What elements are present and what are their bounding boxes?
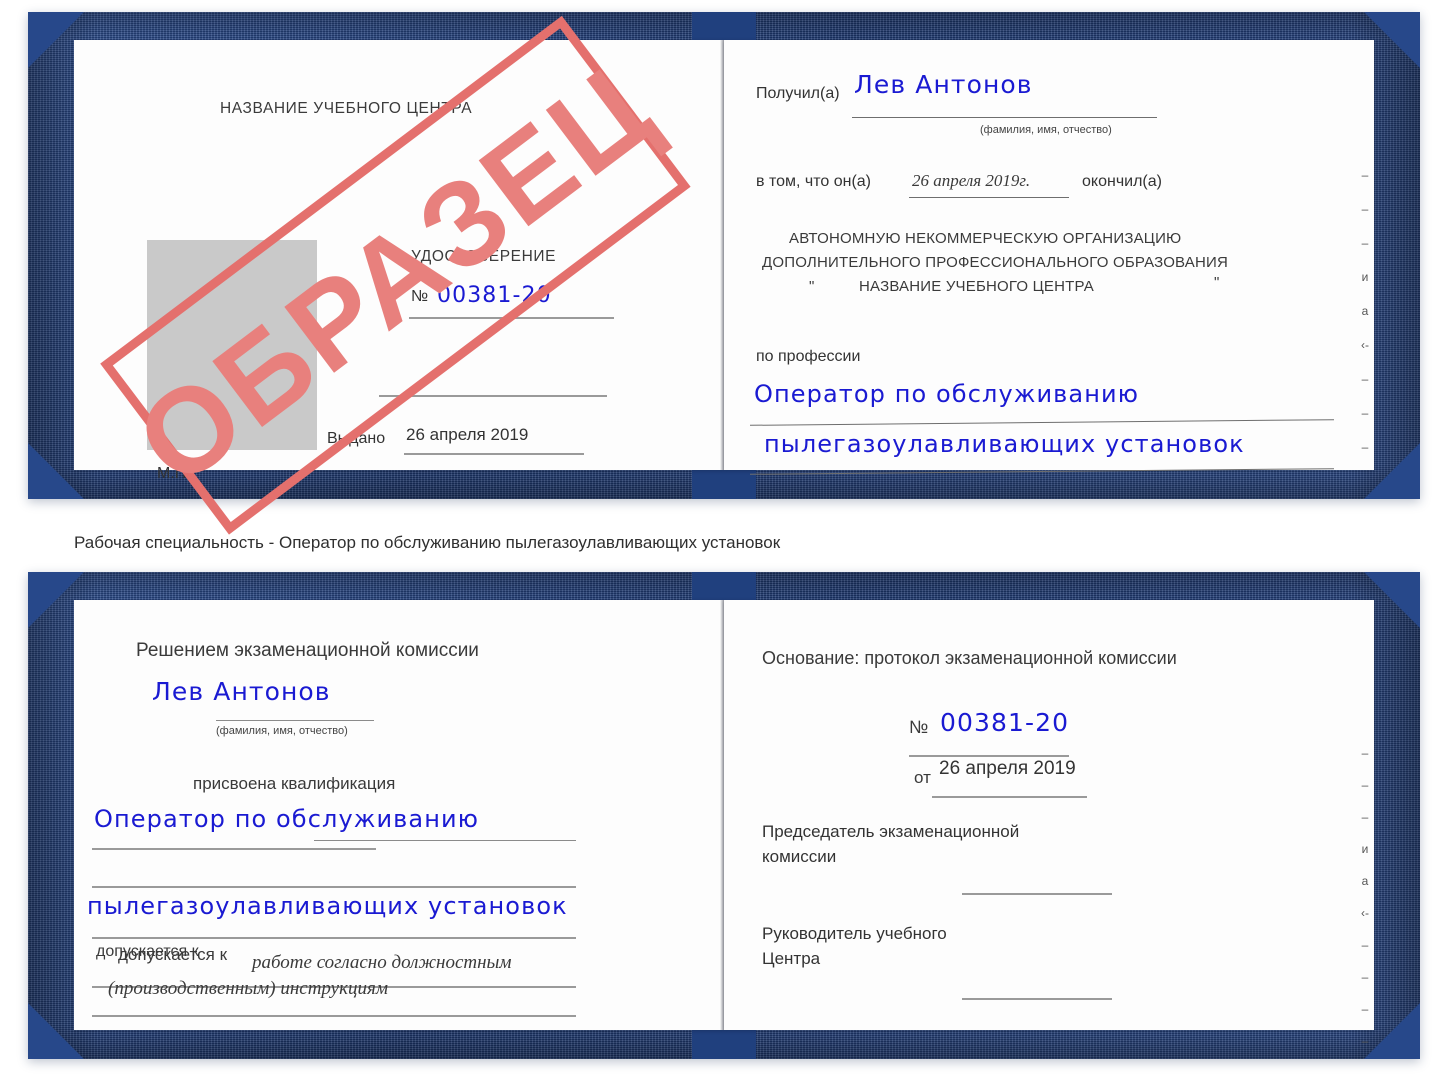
- organization-line-1: АВТОНОМНУЮ НЕКОММЕРЧЕСКУЮ ОРГАНИЗАЦИЮ: [789, 230, 1182, 247]
- profession-rule-1: [750, 419, 1334, 426]
- edge-mark: –: [1361, 202, 1369, 216]
- training-center-name-title: НАЗВАНИЕ УЧЕБНОГО ЦЕНТРА: [220, 100, 473, 117]
- decision-title: Решением экзаменационной комиссии: [136, 640, 479, 661]
- protocol-number-rule: [909, 755, 1069, 757]
- seal-label: М.П.: [157, 465, 191, 482]
- organization-quote-close: ": [1214, 274, 1220, 291]
- spine-tab-bottom-inner: [692, 1029, 756, 1059]
- edge-mark: и: [1361, 842, 1369, 856]
- organization-line-3: НАЗВАНИЕ УЧЕБНОГО ЦЕНТРА: [859, 278, 1094, 295]
- chairman-signature-rule: [962, 893, 1112, 895]
- edge-mark: ‹-: [1361, 906, 1369, 920]
- edge-mark: –: [1361, 406, 1369, 420]
- basis-label: Основание: протокол экзаменационной коми…: [762, 648, 1177, 668]
- head-line-1: Руководитель учебного: [762, 924, 947, 943]
- edge-mark: –: [1361, 778, 1369, 792]
- that-he-label: в том, что он(а): [756, 173, 871, 190]
- that-he-value: 26 апреля 2019г.: [912, 171, 1031, 190]
- page-caption: Рабочая специальность - Оператор по обсл…: [74, 533, 781, 552]
- edge-mark: и: [1361, 270, 1369, 284]
- edge-mark: –: [1361, 1002, 1369, 1016]
- edge-mark: –: [1361, 938, 1369, 952]
- profession-rule-2: [750, 468, 1334, 475]
- certificate-front: НАЗВАНИЕ УЧЕБНОГО ЦЕНТРА УДОСТОВЕРЕНИЕ №…: [28, 12, 1420, 499]
- edge-mark: –: [1361, 1034, 1369, 1048]
- student-name-hint: (фамилия, имя, отчество): [216, 725, 348, 737]
- protocol-number-value: 00381-20: [940, 708, 1070, 737]
- edge-mark: –: [1361, 168, 1369, 182]
- qualification-line-1: Оператор по обслуживанию: [94, 805, 480, 833]
- head-signature-rule: [962, 998, 1112, 1000]
- qualification-label: присвоена квалификация: [193, 774, 396, 793]
- number-value: 00381-20: [437, 283, 552, 308]
- page-front-left: НАЗВАНИЕ УЧЕБНОГО ЦЕНТРА УДОСТОВЕРЕНИЕ №…: [74, 40, 724, 482]
- received-label: Получил(а): [756, 85, 840, 102]
- profession-line-1: Оператор по обслуживанию: [754, 380, 1140, 408]
- page-edge-marks-front: – – – и а ‹- – – –: [1352, 168, 1378, 454]
- paper-spread-front: НАЗВАНИЕ УЧЕБНОГО ЦЕНТРА УДОСТОВЕРЕНИЕ №…: [74, 40, 1374, 482]
- chairman-line-2: комиссии: [762, 847, 837, 866]
- edge-mark: а: [1361, 304, 1369, 318]
- edge-mark: –: [1361, 372, 1369, 386]
- qualification-rule-3: [92, 937, 576, 939]
- qualification-rule-2: [92, 886, 576, 888]
- edge-mark: ‹-: [1361, 338, 1369, 352]
- student-name-value: Лев Антонов: [152, 677, 331, 706]
- that-he-rule: [909, 197, 1069, 198]
- blank-rule-inner-2: [92, 1015, 576, 1017]
- chairman-line-1: Председатель экзаменационной: [762, 822, 1020, 841]
- received-rule: [852, 117, 1157, 118]
- student-name-rule: [216, 720, 374, 721]
- page-front-right: Получил(а) Лев Антонов (фамилия, имя, от…: [724, 40, 1374, 475]
- page-edge-marks-inner: – – – и а ‹- – – – –: [1352, 746, 1378, 1048]
- spine-tab-bottom-front: [692, 469, 756, 499]
- certificate-inner: Решением экзаменационной комиссии Лев Ан…: [28, 572, 1420, 1059]
- issued-rule: [404, 453, 584, 455]
- admitted-value-line-1: работе согласно должностным: [252, 952, 512, 973]
- spine-tab-top-front: [692, 12, 756, 42]
- admitted-label-overlay: допускается к: [118, 945, 228, 964]
- profession-label: по профессии: [756, 348, 861, 365]
- blank-rule-front-left: [379, 395, 607, 397]
- profession-line-2: пылегазоулавливающих установок: [764, 430, 1245, 458]
- edge-mark: а: [1361, 874, 1369, 888]
- edge-mark: –: [1361, 746, 1369, 760]
- issued-label: Выдано: [327, 430, 386, 447]
- head-line-2: Центра: [762, 949, 821, 968]
- number-label: №: [411, 288, 429, 305]
- organization-quote-open: ": [809, 278, 815, 295]
- qualification-rule-1: [92, 848, 376, 850]
- edge-mark: –: [1361, 440, 1369, 454]
- finished-label: окончил(а): [1082, 173, 1162, 190]
- number-rule: [409, 317, 614, 319]
- issued-value: 26 апреля 2019: [406, 425, 529, 444]
- photo-placeholder: [147, 240, 317, 450]
- qualification-line-2: пылегазоулавливающих установок: [87, 892, 568, 920]
- protocol-date-value: 26 апреля 2019: [939, 758, 1076, 779]
- admitted-value-line-2: (производственным) инструкциям: [108, 978, 388, 999]
- page-inner-right: Основание: протокол экзаменационной коми…: [724, 600, 1374, 1048]
- edge-mark: –: [1361, 236, 1369, 250]
- received-value: Лев Антонов: [854, 70, 1033, 99]
- received-hint: (фамилия, имя, отчество): [980, 124, 1112, 136]
- organization-line-2: ДОПОЛНИТЕЛЬНОГО ПРОФЕССИОНАЛЬНОГО ОБРАЗО…: [762, 254, 1229, 271]
- protocol-number-label: №: [909, 717, 929, 737]
- edge-mark: –: [1361, 970, 1369, 984]
- protocol-date-rule: [932, 796, 1087, 798]
- protocol-date-label: от: [914, 768, 931, 787]
- document-type-title: УДОСТОВЕРЕНИЕ: [411, 248, 557, 265]
- qualification-rule-1b: [314, 840, 576, 841]
- edge-mark: –: [1361, 810, 1369, 824]
- spine-tab-top-inner: [692, 572, 756, 602]
